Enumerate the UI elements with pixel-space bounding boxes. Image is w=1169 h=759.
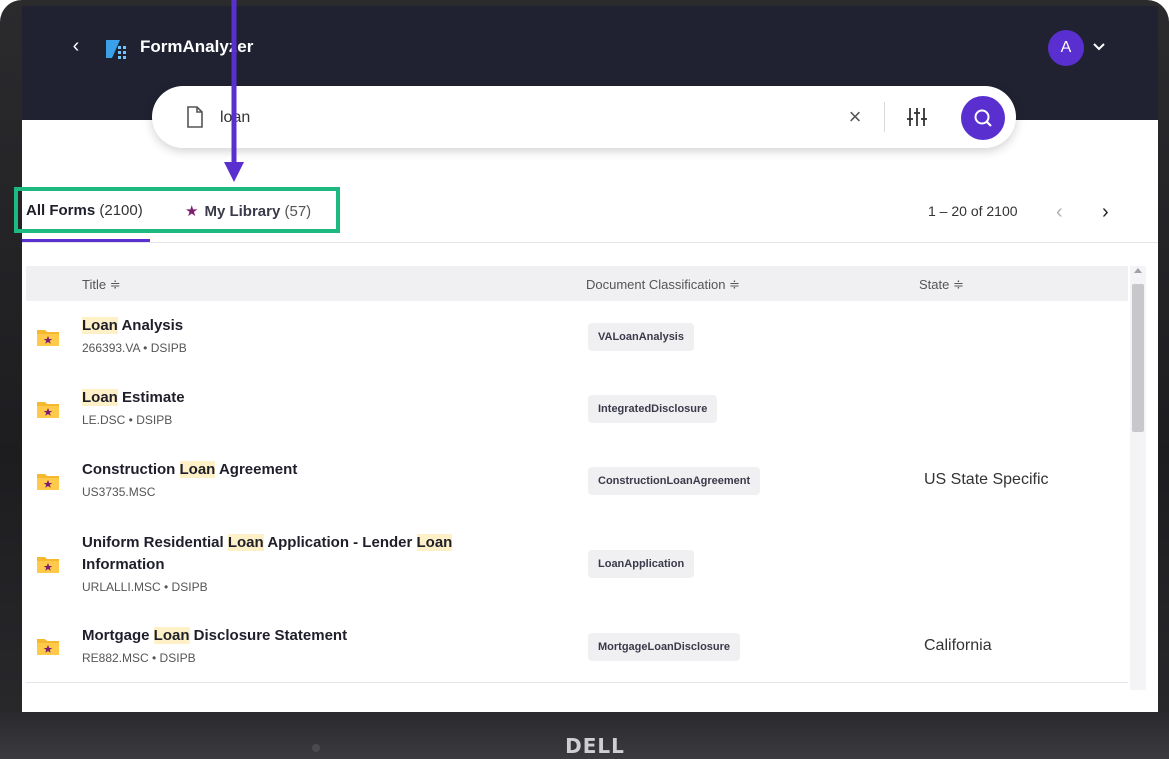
row-state: US State Specific [924, 471, 1049, 488]
app-screen: ‹ FormAnalyzer A × [22, 6, 1158, 712]
search-icon [974, 109, 992, 127]
chevron-down-icon[interactable] [1092, 40, 1106, 54]
classification-tag: MortgageLoanDisclosure [588, 633, 741, 661]
webcam-dot [312, 744, 320, 752]
tab-my-library-count: (57) [284, 203, 312, 220]
vertical-scrollbar[interactable] [1130, 266, 1146, 690]
tab-all-forms-label: All Forms [26, 202, 96, 219]
table-row[interactable]: Loan Estimate LE.DSC • DSIPB IntegratedD… [26, 373, 1128, 446]
row-state: California [924, 637, 992, 654]
row-title[interactable]: Loan Analysis [82, 316, 183, 336]
tabs-divider [22, 242, 1158, 243]
prev-page-icon[interactable]: ‹ [1056, 202, 1072, 222]
row-title[interactable]: Loan Estimate [82, 388, 185, 408]
clear-icon[interactable]: × [844, 106, 866, 128]
row-title[interactable]: Construction Loan Agreement [82, 460, 297, 480]
table-row[interactable]: Loan Analysis 266393.VA • DSIPB VALoanAn… [26, 301, 1128, 374]
search-button[interactable] [961, 96, 1005, 140]
row-title[interactable]: Mortgage Loan Disclosure Statement [82, 626, 347, 646]
row-subtitle: 266393.VA • DSIPB [82, 341, 187, 355]
scroll-up-icon[interactable] [1134, 268, 1142, 273]
classification-tag: ConstructionLoanAgreement [588, 467, 761, 495]
app-logo-icon [106, 40, 126, 59]
tab-my-library-label: My Library [204, 203, 281, 220]
search-divider [884, 102, 885, 132]
table-row[interactable]: Uniform Residential Loan Application - L… [26, 517, 1128, 611]
back-icon[interactable]: ‹ [66, 36, 86, 56]
filter-sliders-icon[interactable] [906, 106, 928, 128]
next-page-icon[interactable]: › [1102, 202, 1118, 222]
classification-tag: IntegratedDisclosure [588, 395, 718, 423]
user-avatar[interactable]: A [1048, 30, 1084, 66]
row-title-line2[interactable]: Information [82, 555, 165, 575]
scroll-thumb[interactable] [1132, 284, 1144, 432]
starred-folder-icon [37, 639, 59, 655]
starred-folder-icon [37, 557, 59, 573]
star-icon: ★ [185, 203, 199, 220]
pagination-range: 1 – 20 of 2100 [928, 203, 1018, 219]
row-subtitle: URLALLI.MSC • DSIPB [82, 580, 208, 594]
document-icon [187, 106, 203, 128]
tab-all-forms[interactable]: All Forms (2100) [26, 202, 143, 219]
starred-folder-icon [37, 330, 59, 346]
row-subtitle: LE.DSC • DSIPB [82, 413, 173, 427]
dell-logo: DELL [565, 734, 625, 758]
row-title[interactable]: Uniform Residential Loan Application - L… [82, 533, 453, 553]
starred-folder-icon [37, 402, 59, 418]
table-row[interactable]: Construction Loan Agreement US3735.MSC C… [26, 445, 1128, 518]
row-subtitle: US3735.MSC [82, 485, 156, 499]
table-header: Title ≑ Document Classification ≑ State … [26, 266, 1128, 301]
table-row[interactable]: Mortgage Loan Disclosure Statement RE882… [26, 610, 1128, 683]
tab-my-library[interactable]: ★ My Library (57) [185, 202, 311, 220]
search-input[interactable] [218, 104, 842, 132]
column-header-classification[interactable]: Document Classification ≑ [586, 277, 740, 293]
row-subtitle: RE882.MSC • DSIPB [82, 651, 196, 665]
classification-tag: LoanApplication [588, 550, 695, 578]
app-name: FormAnalyzer [140, 37, 254, 56]
column-header-title[interactable]: Title ≑ [82, 277, 121, 293]
search-bar: × [152, 86, 1016, 148]
column-header-state[interactable]: State ≑ [919, 277, 964, 293]
starred-folder-icon [37, 474, 59, 490]
classification-tag: VALoanAnalysis [588, 323, 694, 351]
tab-all-forms-count: (2100) [99, 202, 143, 219]
